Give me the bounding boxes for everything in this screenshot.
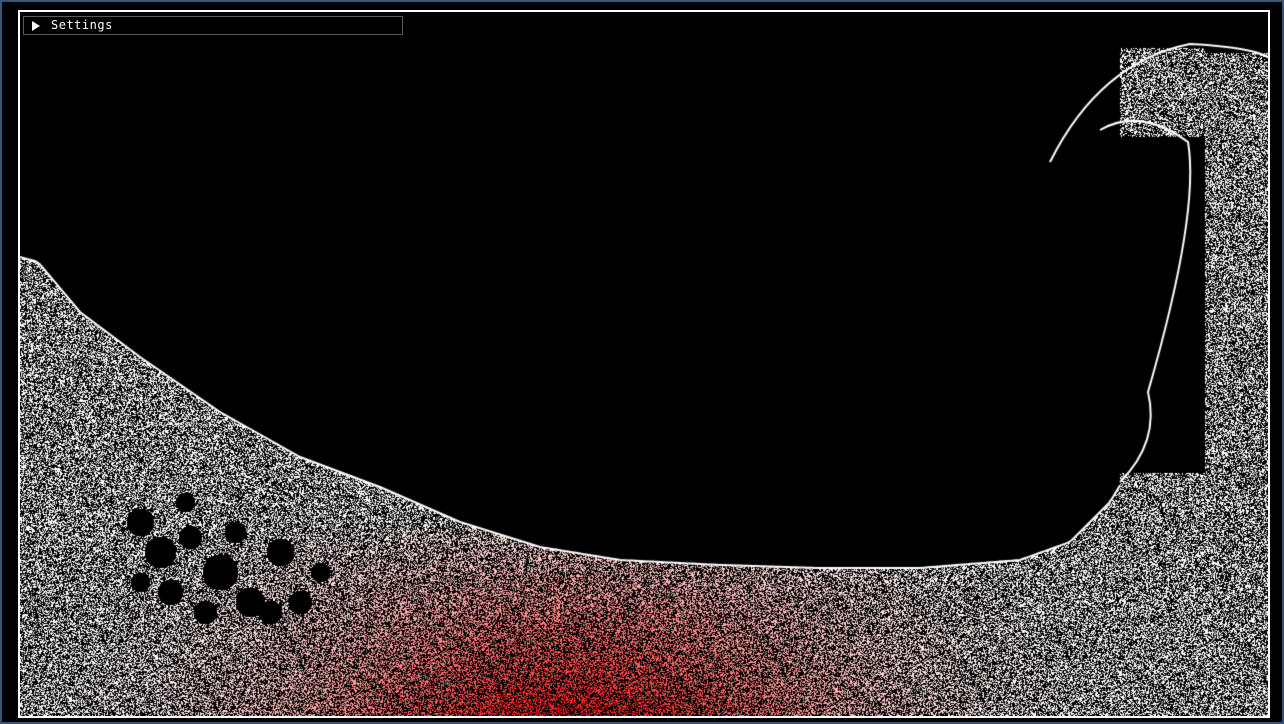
settings-collapsible-header[interactable]: Settings bbox=[23, 16, 403, 35]
settings-label: Settings bbox=[51, 18, 113, 32]
triangle-right-icon bbox=[32, 20, 40, 31]
particle-simulation-canvas[interactable] bbox=[20, 12, 1268, 716]
simulation-viewport[interactable] bbox=[18, 10, 1270, 718]
app-window: Settings bbox=[0, 0, 1284, 724]
